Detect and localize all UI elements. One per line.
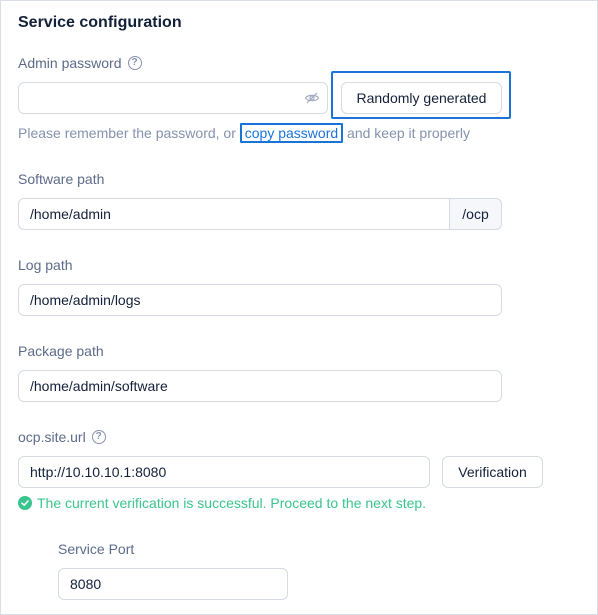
software-path-suffix: /ocp bbox=[450, 198, 502, 230]
check-circle-icon bbox=[18, 496, 32, 510]
site-url-value: http://10.10.10.1:8080 bbox=[30, 464, 167, 480]
help-icon[interactable]: ? bbox=[127, 56, 142, 70]
randomly-generated-button[interactable]: Randomly generated bbox=[341, 82, 502, 114]
section-title: Service configuration bbox=[18, 14, 182, 31]
log-path-label: Log path bbox=[18, 257, 73, 273]
package-path-value: /home/admin/software bbox=[30, 378, 168, 394]
password-hint: Please remember the password, or copy pa… bbox=[18, 123, 471, 143]
software-path-input[interactable]: /home/admin bbox=[18, 198, 450, 230]
software-path-label: Software path bbox=[18, 171, 105, 187]
help-icon[interactable]: ? bbox=[91, 430, 106, 444]
verification-button[interactable]: Verification bbox=[442, 456, 543, 488]
admin-password-field[interactable] bbox=[18, 82, 328, 114]
service-port-label: Service Port bbox=[58, 541, 135, 557]
password-hint-text: Please remember the password, or bbox=[18, 125, 240, 141]
admin-password-label: Admin password bbox=[18, 55, 122, 71]
password-hint-text-end: and keep it properly bbox=[343, 125, 471, 141]
success-text: The current verification is successful. … bbox=[37, 495, 427, 511]
log-path-value: /home/admin/logs bbox=[30, 292, 141, 308]
verification-success-message: The current verification is successful. … bbox=[18, 495, 426, 511]
copy-password-link[interactable]: copy password bbox=[239, 123, 344, 143]
site-url-label-row: ocp.site.url ? bbox=[18, 429, 106, 445]
site-url-label: ocp.site.url bbox=[18, 429, 86, 445]
admin-password-label-row: Admin password ? bbox=[18, 55, 142, 71]
service-port-value: 8080 bbox=[70, 576, 102, 592]
site-url-input[interactable]: http://10.10.10.1:8080 bbox=[18, 456, 430, 488]
log-path-input[interactable]: /home/admin/logs bbox=[18, 284, 502, 316]
service-port-input[interactable]: 8080 bbox=[58, 568, 288, 600]
package-path-label: Package path bbox=[18, 343, 104, 359]
eye-invisible-icon[interactable] bbox=[297, 90, 327, 106]
software-path-value: /home/admin bbox=[30, 206, 111, 222]
package-path-input[interactable]: /home/admin/software bbox=[18, 370, 502, 402]
admin-password-input[interactable] bbox=[30, 90, 297, 106]
service-configuration-panel: Service configuration Admin password ? R… bbox=[0, 0, 598, 615]
